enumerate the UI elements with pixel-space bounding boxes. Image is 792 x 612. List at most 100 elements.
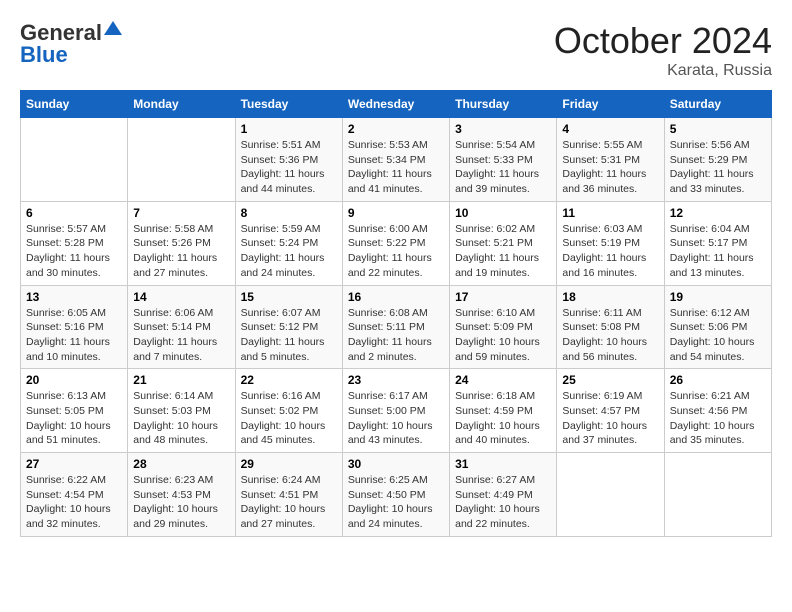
week-row-3: 13 Sunrise: 6:05 AMSunset: 5:16 PMDayligh… bbox=[21, 285, 772, 369]
title-block: October 2024 Karata, Russia bbox=[554, 20, 772, 80]
day-info: Sunrise: 5:58 AMSunset: 5:26 PMDaylight:… bbox=[133, 222, 229, 281]
day-info: Sunrise: 6:07 AMSunset: 5:12 PMDaylight:… bbox=[241, 306, 337, 365]
day-number: 9 bbox=[348, 206, 444, 220]
day-number: 27 bbox=[26, 457, 122, 471]
day-number: 12 bbox=[670, 206, 766, 220]
col-header-sunday: Sunday bbox=[21, 91, 128, 118]
day-cell: 3Sunrise: 5:54 AMSunset: 5:33 PMDaylight… bbox=[450, 118, 557, 202]
day-info: Sunrise: 6:04 AMSunset: 5:17 PMDaylight:… bbox=[670, 222, 766, 281]
day-cell: 31 Sunrise: 6:27 AMSunset: 4:49 PMDayligh… bbox=[450, 453, 557, 537]
day-info: Sunrise: 6:11 AMSunset: 5:08 PMDaylight:… bbox=[562, 306, 658, 365]
day-info: Sunrise: 6:03 AMSunset: 5:19 PMDaylight:… bbox=[562, 222, 658, 281]
day-number: 26 bbox=[670, 373, 766, 387]
calendar-table: SundayMondayTuesdayWednesdayThursdayFrid… bbox=[20, 90, 772, 537]
day-number: 11 bbox=[562, 206, 658, 220]
day-cell: 1 Sunrise: 5:51 AMSunset: 5:36 PMDaylight… bbox=[235, 118, 342, 202]
day-info: Sunrise: 5:57 AMSunset: 5:28 PMDaylight:… bbox=[26, 222, 122, 281]
day-number: 8 bbox=[241, 206, 337, 220]
day-cell: 20 Sunrise: 6:13 AMSunset: 5:05 PMDayligh… bbox=[21, 369, 128, 453]
day-info: Sunrise: 6:17 AMSunset: 5:00 PMDaylight:… bbox=[348, 389, 444, 448]
day-number: 30 bbox=[348, 457, 444, 471]
day-cell: 26 Sunrise: 6:21 AMSunset: 4:56 PMDayligh… bbox=[664, 369, 771, 453]
day-info: Sunrise: 6:00 AMSunset: 5:22 PMDaylight:… bbox=[348, 222, 444, 281]
day-number: 25 bbox=[562, 373, 658, 387]
day-cell: 28Sunrise: 6:23 AMSunset: 4:53 PMDayligh… bbox=[128, 453, 235, 537]
day-cell: 30Sunrise: 6:25 AMSunset: 4:50 PMDayligh… bbox=[342, 453, 449, 537]
day-number: 24 bbox=[455, 373, 551, 387]
day-info: Sunrise: 6:23 AMSunset: 4:53 PMDaylight:… bbox=[133, 473, 229, 532]
day-number: 17 bbox=[455, 290, 551, 304]
col-header-monday: Monday bbox=[128, 91, 235, 118]
day-number: 29 bbox=[241, 457, 337, 471]
day-number: 23 bbox=[348, 373, 444, 387]
day-number: 16 bbox=[348, 290, 444, 304]
day-number: 22 bbox=[241, 373, 337, 387]
page-header: General Blue October 2024 Karata, Russia bbox=[20, 20, 772, 80]
day-cell: 8Sunrise: 5:59 AMSunset: 5:24 PMDaylight… bbox=[235, 201, 342, 285]
day-info: Sunrise: 6:14 AMSunset: 5:03 PMDaylight:… bbox=[133, 389, 229, 448]
day-cell: 10 Sunrise: 6:02 AMSunset: 5:21 PMDayligh… bbox=[450, 201, 557, 285]
col-header-saturday: Saturday bbox=[664, 91, 771, 118]
day-number: 4 bbox=[562, 122, 658, 136]
day-number: 20 bbox=[26, 373, 122, 387]
day-cell bbox=[21, 118, 128, 202]
day-info: Sunrise: 6:08 AMSunset: 5:11 PMDaylight:… bbox=[348, 306, 444, 365]
col-header-wednesday: Wednesday bbox=[342, 91, 449, 118]
day-cell: 2Sunrise: 5:53 AMSunset: 5:34 PMDaylight… bbox=[342, 118, 449, 202]
day-number: 6 bbox=[26, 206, 122, 220]
day-cell: 14Sunrise: 6:06 AMSunset: 5:14 PMDayligh… bbox=[128, 285, 235, 369]
day-cell: 21 Sunrise: 6:14 AMSunset: 5:03 PMDayligh… bbox=[128, 369, 235, 453]
day-cell: 11 Sunrise: 6:03 AMSunset: 5:19 PMDayligh… bbox=[557, 201, 664, 285]
day-cell: 25Sunrise: 6:19 AMSunset: 4:57 PMDayligh… bbox=[557, 369, 664, 453]
col-header-friday: Friday bbox=[557, 91, 664, 118]
day-info: Sunrise: 6:06 AMSunset: 5:14 PMDaylight:… bbox=[133, 306, 229, 365]
col-header-tuesday: Tuesday bbox=[235, 91, 342, 118]
day-info: Sunrise: 6:05 AMSunset: 5:16 PMDaylight:… bbox=[26, 306, 122, 365]
week-row-5: 27 Sunrise: 6:22 AMSunset: 4:54 PMDayligh… bbox=[21, 453, 772, 537]
day-info: Sunrise: 6:18 AMSunset: 4:59 PMDaylight:… bbox=[455, 389, 551, 448]
day-number: 18 bbox=[562, 290, 658, 304]
day-number: 3 bbox=[455, 122, 551, 136]
day-cell: 22Sunrise: 6:16 AMSunset: 5:02 PMDayligh… bbox=[235, 369, 342, 453]
day-info: Sunrise: 5:55 AMSunset: 5:31 PMDaylight:… bbox=[562, 138, 658, 197]
day-info: Sunrise: 6:24 AMSunset: 4:51 PMDaylight:… bbox=[241, 473, 337, 532]
day-number: 21 bbox=[133, 373, 229, 387]
day-cell bbox=[664, 453, 771, 537]
location: Karata, Russia bbox=[554, 62, 772, 80]
day-number: 19 bbox=[670, 290, 766, 304]
logo: General Blue bbox=[20, 20, 122, 68]
day-cell: 16 Sunrise: 6:08 AMSunset: 5:11 PMDayligh… bbox=[342, 285, 449, 369]
week-row-1: 1 Sunrise: 5:51 AMSunset: 5:36 PMDaylight… bbox=[21, 118, 772, 202]
day-info: Sunrise: 6:02 AMSunset: 5:21 PMDaylight:… bbox=[455, 222, 551, 281]
day-info: Sunrise: 6:13 AMSunset: 5:05 PMDaylight:… bbox=[26, 389, 122, 448]
day-info: Sunrise: 6:22 AMSunset: 4:54 PMDaylight:… bbox=[26, 473, 122, 532]
day-cell: 23 Sunrise: 6:17 AMSunset: 5:00 PMDayligh… bbox=[342, 369, 449, 453]
logo-bird-icon bbox=[104, 21, 122, 41]
day-cell: 24 Sunrise: 6:18 AMSunset: 4:59 PMDayligh… bbox=[450, 369, 557, 453]
day-cell: 7 Sunrise: 5:58 AMSunset: 5:26 PMDaylight… bbox=[128, 201, 235, 285]
day-number: 31 bbox=[455, 457, 551, 471]
day-cell: 19Sunrise: 6:12 AMSunset: 5:06 PMDayligh… bbox=[664, 285, 771, 369]
day-cell: 27 Sunrise: 6:22 AMSunset: 4:54 PMDayligh… bbox=[21, 453, 128, 537]
day-cell: 13 Sunrise: 6:05 AMSunset: 5:16 PMDayligh… bbox=[21, 285, 128, 369]
day-number: 2 bbox=[348, 122, 444, 136]
col-header-thursday: Thursday bbox=[450, 91, 557, 118]
day-number: 13 bbox=[26, 290, 122, 304]
day-cell: 18 Sunrise: 6:11 AMSunset: 5:08 PMDayligh… bbox=[557, 285, 664, 369]
day-info: Sunrise: 6:21 AMSunset: 4:56 PMDaylight:… bbox=[670, 389, 766, 448]
calendar-header-row: SundayMondayTuesdayWednesdayThursdayFrid… bbox=[21, 91, 772, 118]
day-cell: 6 Sunrise: 5:57 AMSunset: 5:28 PMDaylight… bbox=[21, 201, 128, 285]
day-info: Sunrise: 5:51 AMSunset: 5:36 PMDaylight:… bbox=[241, 138, 337, 197]
day-number: 7 bbox=[133, 206, 229, 220]
day-cell bbox=[557, 453, 664, 537]
day-info: Sunrise: 6:27 AMSunset: 4:49 PMDaylight:… bbox=[455, 473, 551, 532]
day-info: Sunrise: 5:56 AMSunset: 5:29 PMDaylight:… bbox=[670, 138, 766, 197]
day-info: Sunrise: 6:10 AMSunset: 5:09 PMDaylight:… bbox=[455, 306, 551, 365]
day-number: 1 bbox=[241, 122, 337, 136]
day-number: 5 bbox=[670, 122, 766, 136]
day-number: 10 bbox=[455, 206, 551, 220]
day-cell: 17 Sunrise: 6:10 AMSunset: 5:09 PMDayligh… bbox=[450, 285, 557, 369]
day-cell: 4 Sunrise: 5:55 AMSunset: 5:31 PMDaylight… bbox=[557, 118, 664, 202]
week-row-2: 6 Sunrise: 5:57 AMSunset: 5:28 PMDaylight… bbox=[21, 201, 772, 285]
day-cell: 9 Sunrise: 6:00 AMSunset: 5:22 PMDaylight… bbox=[342, 201, 449, 285]
